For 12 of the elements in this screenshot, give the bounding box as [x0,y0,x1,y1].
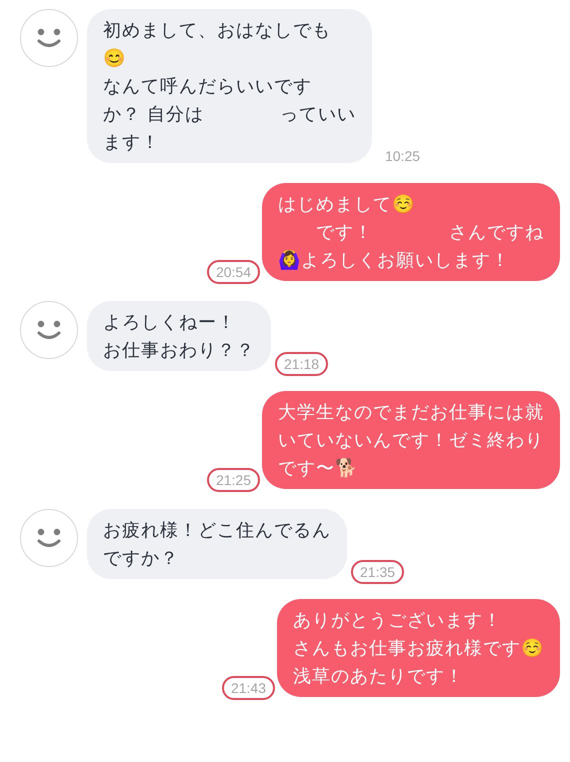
message-time: 20:54 [206,260,260,284]
message-bubble: ありがとうございます！ さんもお仕事お疲れ様です☺ 浅草のあたりです！ [277,599,560,697]
message-time: 21:43 [222,676,275,700]
message-bubble: はじめまして☺ です！ さんですね 🙆‍♀よろしくお願いします！ [262,183,560,281]
message-time: 21:25 [206,468,260,492]
message-time: 21:35 [351,560,404,584]
message-bubble: お疲れ様！どこ住んでるん ですか？ [87,509,347,579]
message-bubble: 大学生なのでまだお仕事には就 いていないんです！ゼミ終わり です〜🐕 [262,391,560,489]
message-bubble: よろしくねー！ お仕事おわり？？ [87,301,271,371]
message-bubble: 初めまして、おはなしでも 😊 なんて呼んだらいいです か？ 自分は っていい ます！ [87,9,372,163]
message-time: 10:25 [384,147,422,166]
message-time: 21:18 [275,352,328,376]
